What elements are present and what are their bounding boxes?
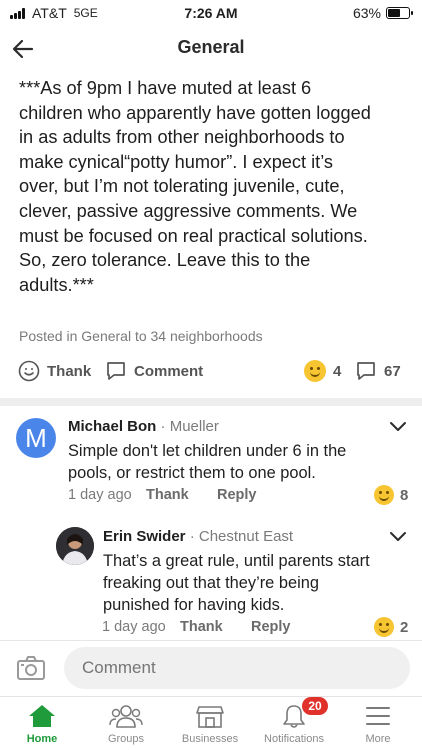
comment-reaction-count: 2: [400, 618, 409, 636]
tab-notifications[interactable]: 20 Notifications: [252, 697, 336, 745]
tab-label: More: [365, 733, 391, 745]
smiley-reaction-icon: [304, 360, 326, 382]
comment-thank-button[interactable]: Thank: [146, 487, 189, 503]
comment-reactions[interactable]: 8: [374, 485, 408, 505]
battery-percent: 63%: [352, 5, 381, 21]
comment-reply-button[interactable]: Reply: [251, 619, 291, 635]
comment-thank-button[interactable]: Thank: [180, 619, 223, 635]
menu-icon: [366, 707, 390, 725]
nav-header: General: [0, 26, 422, 70]
smiley-reaction-icon: [374, 617, 394, 637]
avatar[interactable]: M: [16, 418, 56, 458]
smiley-outline-icon: [18, 360, 40, 382]
tab-bar: Home Groups Businesses 20 Notifications: [0, 696, 422, 750]
post-actions: Thank Comment 4 67: [0, 358, 422, 388]
smiley-reaction-icon: [374, 485, 394, 505]
comment-input[interactable]: [64, 647, 410, 689]
section-divider: [0, 398, 422, 406]
post-reactions[interactable]: 4: [304, 360, 341, 382]
comment-body: That’s a great rule, until parents start…: [103, 552, 370, 614]
groups-icon: [109, 705, 143, 728]
author-neighborhood: · Mueller: [160, 418, 219, 435]
post-comment-count[interactable]: 67: [355, 360, 401, 382]
chevron-down-icon[interactable]: [388, 420, 408, 434]
page-title: General: [177, 37, 245, 57]
author-neighborhood: · Chestnut East: [189, 528, 294, 545]
tab-businesses[interactable]: Businesses: [168, 703, 252, 745]
camera-icon: [17, 656, 45, 680]
home-icon: [29, 705, 55, 727]
chevron-down-icon[interactable]: [388, 530, 408, 544]
tab-label: Groups: [107, 733, 145, 745]
tab-label: Notifications: [264, 733, 324, 745]
thank-label: Thank: [47, 362, 92, 380]
comment-author[interactable]: Michael Bon · Mueller: [68, 418, 219, 435]
post-body: ***As of 9pm I have muted at least 6 chi…: [19, 78, 371, 295]
battery-icon: [386, 7, 413, 19]
comment-reply-button[interactable]: Reply: [217, 487, 257, 503]
tab-label: Businesses: [181, 733, 239, 745]
tab-groups[interactable]: Groups: [84, 703, 168, 745]
comment-count: 67: [384, 362, 401, 380]
comment-time: 1 day ago: [68, 487, 132, 503]
profile-photo: [56, 527, 94, 565]
comment-bubble-icon: [357, 362, 375, 380]
camera-button[interactable]: [16, 655, 46, 681]
comment-reaction-count: 8: [400, 486, 409, 504]
author-name: Erin Swider: [103, 528, 186, 545]
tab-label: Home: [26, 733, 58, 745]
post-meta[interactable]: Posted in General to 34 neighborhoods: [19, 328, 263, 344]
status-right: 63%: [352, 5, 413, 21]
comment-time: 1 day ago: [102, 619, 166, 635]
notification-badge: 20: [302, 697, 328, 715]
comment-label: Comment: [134, 362, 204, 380]
status-bar: AT&T 5GE 7:26 AM 63%: [0, 0, 422, 26]
businesses-icon: [196, 706, 224, 728]
reaction-count: 4: [333, 362, 342, 380]
comment-body: Simple don't let children under 6 in the…: [68, 442, 347, 482]
comment-reactions[interactable]: 2: [374, 617, 408, 637]
comment-bubble-icon: [107, 362, 125, 380]
comment-author[interactable]: Erin Swider · Chestnut East: [103, 528, 293, 545]
thank-button[interactable]: Thank: [18, 360, 91, 382]
comment-composer: [0, 640, 422, 694]
tab-more[interactable]: More: [336, 703, 420, 745]
tab-home[interactable]: Home: [0, 703, 84, 745]
author-name: Michael Bon: [68, 418, 157, 435]
comment-button[interactable]: Comment: [105, 360, 203, 382]
avatar[interactable]: [56, 527, 94, 565]
